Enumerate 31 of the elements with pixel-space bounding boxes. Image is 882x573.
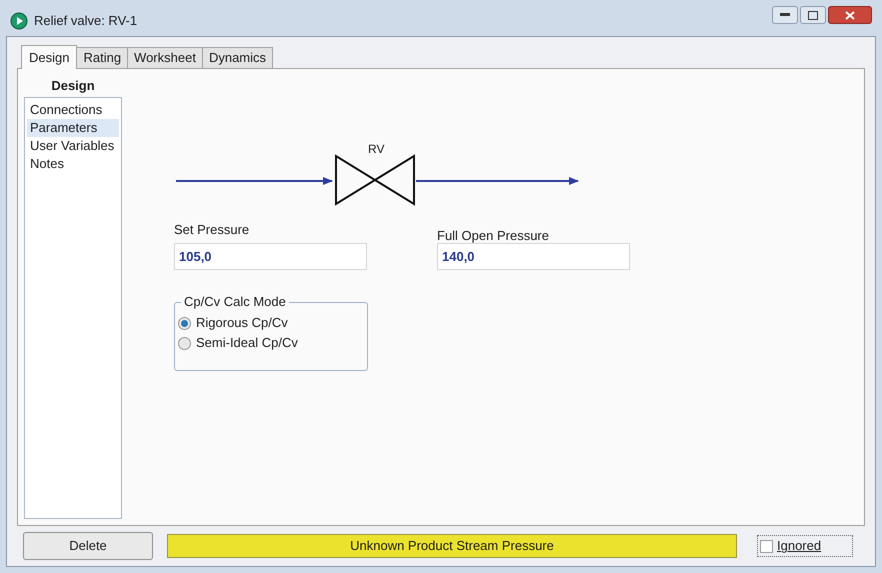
tab[interactable]: Dynamics <box>202 47 274 68</box>
input-field[interactable]: 105,0 <box>174 243 367 270</box>
status-bar: Unknown Product Stream Pressure <box>167 534 737 558</box>
ignored-checkbox[interactable]: Ignored <box>757 535 853 557</box>
field-label: Set Pressure <box>174 221 250 239</box>
sidebar-item[interactable]: Notes <box>27 155 119 173</box>
maximize-icon <box>808 10 818 20</box>
close-button[interactable] <box>828 6 872 24</box>
close-icon <box>845 10 855 20</box>
radio-option[interactable]: Rigorous Cp/Cv <box>178 315 364 331</box>
checkbox[interactable] <box>760 540 773 552</box>
radio-button[interactable] <box>178 316 191 330</box>
tab[interactable]: Rating <box>77 47 128 68</box>
sidebar-item[interactable]: User Variables <box>27 137 119 155</box>
group-title: Cp/Cv Calc Mode <box>181 294 289 310</box>
app-icon <box>10 12 28 30</box>
window-title: Relief valve: RV-1 <box>34 12 138 30</box>
valve-label: RV <box>368 142 384 156</box>
tab[interactable]: Design <box>21 45 78 69</box>
radio-button[interactable] <box>178 336 191 350</box>
sidebar-title: Design <box>50 77 96 95</box>
field-label: Full Open Pressure <box>437 227 550 245</box>
tab[interactable]: Worksheet <box>128 47 203 68</box>
minimize-icon <box>780 13 790 17</box>
sidebar-item[interactable]: Connections <box>27 101 119 119</box>
maximize-button[interactable] <box>800 6 826 24</box>
minimize-button[interactable] <box>772 6 798 24</box>
radio-option[interactable]: Semi-Ideal Cp/Cv <box>178 335 364 351</box>
sidebar-item[interactable]: Parameters <box>27 119 119 137</box>
input-field[interactable]: 140,0 <box>437 243 630 270</box>
delete-button[interactable]: Delete <box>23 532 153 560</box>
